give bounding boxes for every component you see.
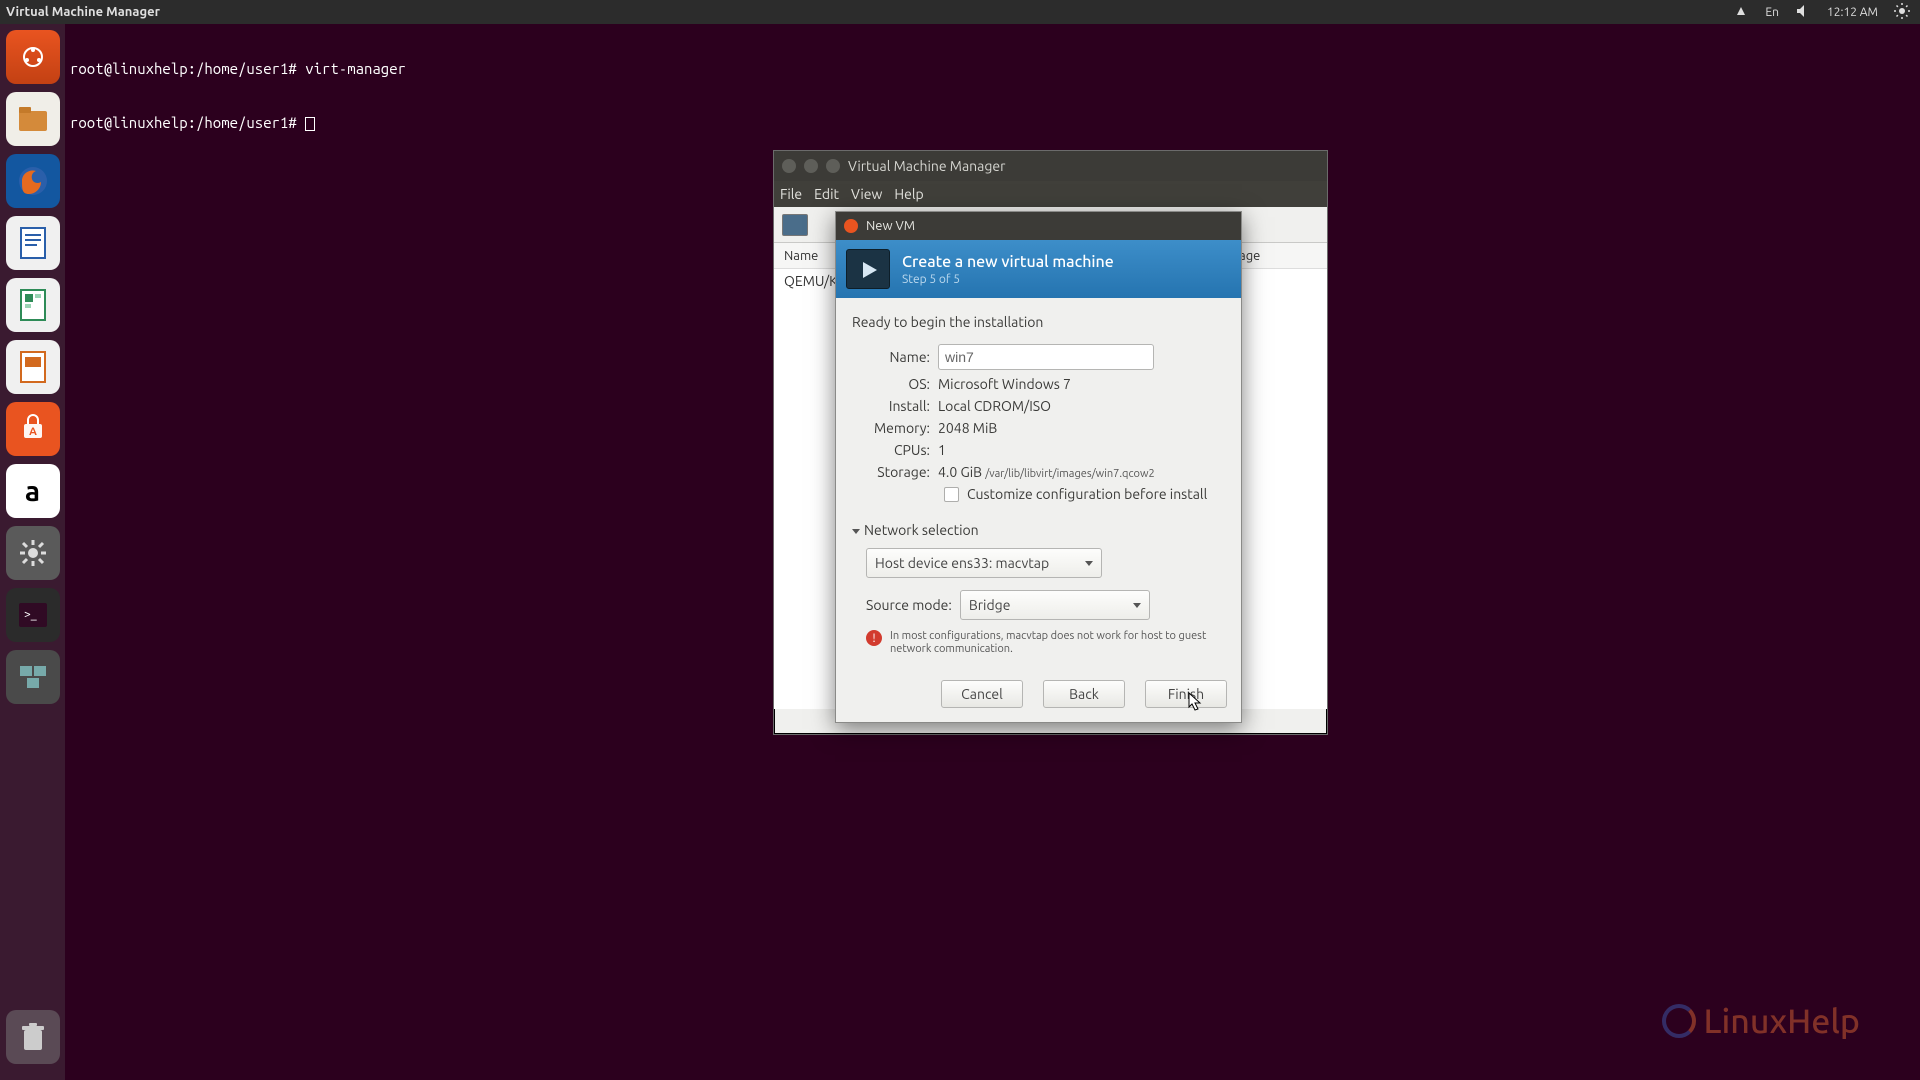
new-vm-dialog: New VM Create a new virtual machine Step… — [835, 211, 1242, 723]
new-vm-icon[interactable] — [782, 214, 808, 236]
cancel-button[interactable]: Cancel — [941, 680, 1023, 708]
top-panel: Virtual Machine Manager En 12:12 AM — [0, 0, 1920, 24]
active-window-title: Virtual Machine Manager — [0, 5, 1733, 19]
close-icon[interactable] — [844, 219, 858, 233]
software-icon[interactable]: A — [6, 402, 60, 456]
network-device-combo[interactable]: Host device ens33: macvtap — [866, 548, 1102, 578]
storage-value: 4.0 GiB /var/lib/libvirt/images/win7.qco… — [938, 464, 1225, 480]
os-label: OS: — [852, 376, 938, 392]
dialog-titlebar[interactable]: New VM — [836, 212, 1241, 240]
chevron-down-icon — [1085, 561, 1093, 566]
col-name[interactable]: Name — [784, 249, 818, 263]
chevron-down-icon — [852, 529, 860, 534]
install-value: Local CDROM/ISO — [938, 398, 1225, 414]
vmm-title-text: Virtual Machine Manager — [848, 158, 1005, 174]
network-expander[interactable]: Network selection — [852, 522, 1225, 538]
launcher: A a >_ — [0, 24, 65, 1080]
cpus-value: 1 — [938, 442, 1225, 458]
dialog-buttons: Cancel Back Finish — [836, 670, 1241, 722]
watermark: LinuxHelp — [1662, 1002, 1860, 1040]
dialog-body: Ready to begin the installation Name: OS… — [836, 298, 1241, 670]
back-button[interactable]: Back — [1043, 680, 1125, 708]
terminal-line: root@linuxhelp:/home/user1# virt-manager — [70, 60, 406, 78]
gear-icon[interactable] — [1894, 3, 1910, 22]
terminal-icon[interactable]: >_ — [6, 588, 60, 642]
menu-view[interactable]: View — [851, 186, 882, 202]
install-label: Install: — [852, 398, 938, 414]
terminal-cursor — [305, 117, 315, 131]
writer-icon[interactable] — [6, 216, 60, 270]
warning-text: In most configurations, macvtap does not… — [890, 630, 1225, 656]
name-label: Name: — [852, 349, 938, 365]
terminal-line: root@linuxhelp:/home/user1# — [70, 114, 406, 132]
finish-button[interactable]: Finish — [1145, 680, 1227, 708]
terminal-output: root@linuxhelp:/home/user1# virt-manager… — [70, 24, 406, 150]
network-device-value: Host device ens33: macvtap — [875, 555, 1049, 571]
source-mode-combo[interactable]: Bridge — [960, 590, 1150, 620]
storage-path: /var/lib/libvirt/images/win7.qcow2 — [985, 468, 1154, 480]
storage-label: Storage: — [852, 464, 938, 480]
chevron-down-icon — [1133, 603, 1141, 608]
svg-text:A: A — [29, 426, 37, 438]
warning-icon: ! — [866, 630, 882, 646]
maximize-icon[interactable] — [826, 159, 840, 173]
top-panel-indicators: En 12:12 AM — [1733, 3, 1920, 22]
calc-icon[interactable] — [6, 278, 60, 332]
impress-icon[interactable] — [6, 340, 60, 394]
watermark-text: LinuxHelp — [1704, 1002, 1860, 1040]
virtmanager-icon[interactable] — [6, 650, 60, 704]
cpus-label: CPUs: — [852, 442, 938, 458]
sound-icon[interactable] — [1795, 3, 1811, 22]
settings-icon[interactable] — [6, 526, 60, 580]
minimize-icon[interactable] — [804, 159, 818, 173]
keyboard-indicator[interactable]: En — [1765, 6, 1779, 19]
vmm-titlebar[interactable]: Virtual Machine Manager — [774, 151, 1327, 181]
dash-icon[interactable] — [6, 30, 60, 84]
name-input[interactable] — [938, 344, 1154, 370]
customize-label[interactable]: Customize configuration before install — [967, 486, 1207, 502]
close-icon[interactable] — [782, 159, 796, 173]
os-value: Microsoft Windows 7 — [938, 376, 1225, 392]
vmm-menubar: File Edit View Help — [774, 181, 1327, 207]
firefox-icon[interactable] — [6, 154, 60, 208]
watermark-logo-icon — [1662, 1004, 1696, 1038]
clock[interactable]: 12:12 AM — [1827, 6, 1878, 19]
files-icon[interactable] — [6, 92, 60, 146]
network-icon[interactable] — [1733, 3, 1749, 22]
mouse-cursor-icon — [1188, 692, 1202, 712]
ready-text: Ready to begin the installation — [852, 314, 1225, 330]
menu-file[interactable]: File — [780, 186, 802, 202]
menu-edit[interactable]: Edit — [814, 186, 839, 202]
dialog-banner: Create a new virtual machine Step 5 of 5 — [836, 240, 1241, 298]
vm-icon — [846, 249, 890, 289]
banner-heading: Create a new virtual machine — [902, 253, 1114, 271]
menu-help[interactable]: Help — [894, 186, 923, 202]
memory-label: Memory: — [852, 420, 938, 436]
customize-checkbox[interactable] — [944, 487, 959, 502]
source-mode-value: Bridge — [969, 597, 1011, 613]
source-mode-label: Source mode: — [866, 597, 952, 613]
dialog-title-text: New VM — [866, 219, 915, 233]
amazon-icon[interactable]: a — [6, 464, 60, 518]
trash-icon[interactable] — [6, 1010, 60, 1064]
svg-text:>_: >_ — [24, 608, 37, 621]
banner-step: Step 5 of 5 — [902, 273, 1114, 286]
memory-value: 2048 MiB — [938, 420, 1225, 436]
